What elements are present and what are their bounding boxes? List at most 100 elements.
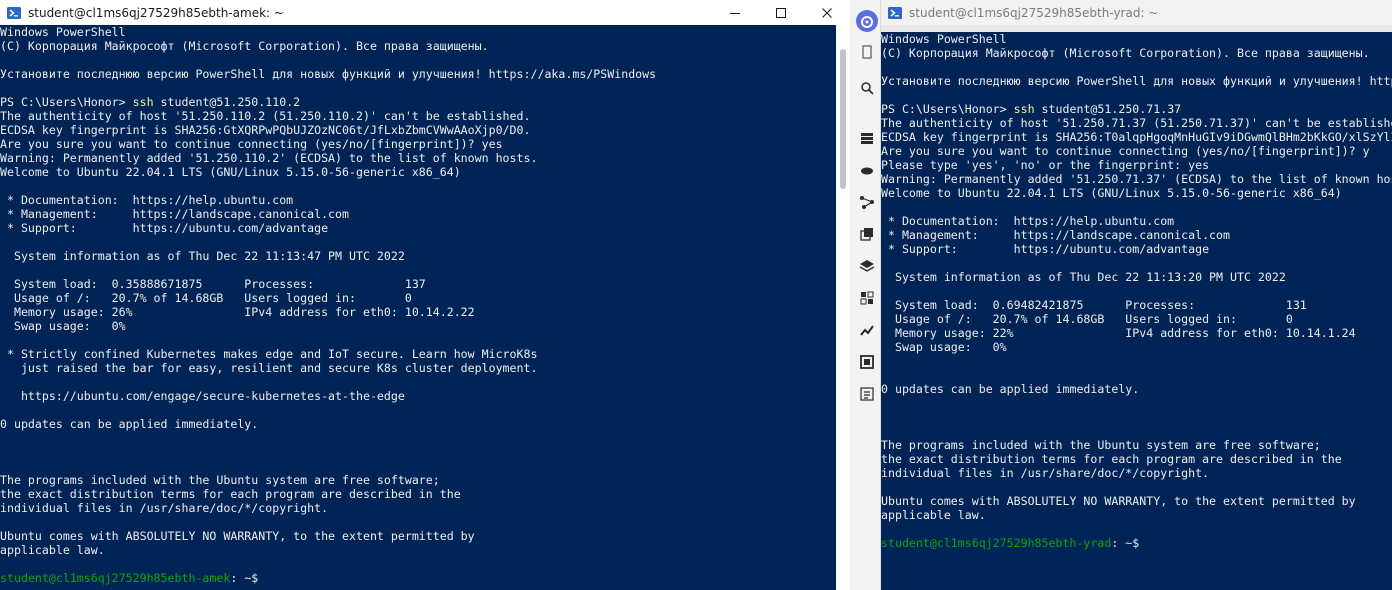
terminal-line: Please type 'yes', 'no' or the fingerpri…	[881, 158, 1210, 172]
title-bar[interactable]: student@cl1ms6qj27529h85ebth-amek: ~	[0, 0, 850, 25]
terminal-line: Ubuntu comes with ABSOLUTELY NO WARRANTY…	[0, 529, 475, 543]
terminal-line: The authenticity of host '51.250.71.37 (…	[881, 116, 1392, 130]
title-bar[interactable]: student@cl1ms6qj27529h85ebth-yrad: ~	[881, 0, 1392, 25]
database-icon[interactable]	[859, 130, 875, 146]
terminal-line: ECDSA key fingerprint is SHA256:T0alqpHg…	[881, 130, 1392, 144]
terminal-line: 0 updates can be applied immediately.	[881, 382, 1140, 396]
frame-icon[interactable]	[859, 354, 875, 370]
terminal-line: PS C:\Users\Honor> ssh student@51.250.11…	[0, 95, 836, 109]
search-icon[interactable]	[859, 80, 875, 96]
terminal-line: Welcome to Ubuntu 22.04.1 LTS (GNU/Linux…	[881, 186, 1342, 200]
terminal-line: * Support: https://ubuntu.com/advantage	[0, 221, 329, 235]
powershell-icon	[888, 6, 902, 19]
terminal-line: Usage of /: 20.7% of 14.68GB Users logge…	[881, 312, 1293, 326]
terminal-line: (C) Корпорация Майкрософт (Microsoft Cor…	[881, 46, 1370, 60]
shell-prompt-path: : ~$	[230, 571, 266, 585]
terminal-line: * Documentation: https://help.ubuntu.com	[881, 214, 1175, 228]
ssh-command: ssh	[132, 95, 154, 109]
terminal-line: the exact distribution terms for each pr…	[0, 487, 461, 501]
terminal-line: (C) Корпорация Майкрософт (Microsoft Cor…	[0, 39, 489, 53]
terminal-line: The programs included with the Ubuntu sy…	[0, 473, 440, 487]
terminal-window-yrad[interactable]: student@cl1ms6qj27529h85ebth-yrad: ~ Win…	[854, 0, 1392, 590]
terminal-output[interactable]: Windows PowerShell (C) Корпорация Майкрос…	[0, 25, 836, 590]
terminal-line: Windows PowerShell	[0, 25, 126, 39]
window-title: student@cl1ms6qj27529h85ebth-amek: ~	[28, 5, 284, 20]
list-icon[interactable]	[859, 386, 875, 402]
terminal-line: * Support: https://ubuntu.com/advantage	[881, 242, 1210, 256]
chart-icon[interactable]	[859, 322, 875, 338]
network-icon[interactable]	[859, 194, 875, 210]
terminal-line: * Documentation: https://help.ubuntu.com	[0, 193, 294, 207]
terminal-line: * Management: https://landscape.canonica…	[0, 207, 350, 221]
terminal-line: Are you sure you want to continue connec…	[0, 137, 503, 151]
shell-prompt-user: student@cl1ms6qj27529h85ebth-yrad	[881, 536, 1112, 550]
terminal-output[interactable]: Windows PowerShell (C) Корпорация Майкрос…	[881, 32, 1392, 590]
ps-prompt: PS C:\Users\Honor>	[0, 95, 133, 109]
terminal-line: individual files in /usr/share/doc/*/cop…	[0, 501, 329, 515]
terminal-line: applicable law.	[0, 543, 105, 557]
layers-icon[interactable]	[859, 258, 875, 274]
scrollbar-thumb[interactable]	[840, 49, 846, 189]
scrollbar[interactable]	[836, 25, 850, 590]
terminal-line: Usage of /: 20.7% of 14.68GB Users logge…	[0, 291, 412, 305]
shell-prompt[interactable]: student@cl1ms6qj27529h85ebth-yrad: ~$	[881, 536, 1392, 550]
terminal-line: the exact distribution terms for each pr…	[881, 452, 1342, 466]
terminal-line: System information as of Thu Dec 22 11:1…	[881, 270, 1286, 284]
minimize-button[interactable]	[712, 0, 758, 25]
terminal-line: Установите последнюю версию PowerShell д…	[881, 74, 1392, 88]
close-button[interactable]	[804, 0, 850, 25]
terminal-line: Swap usage: 0%	[0, 319, 126, 333]
terminal-window-amek[interactable]: student@cl1ms6qj27529h85ebth-amek: ~ Win…	[0, 0, 850, 590]
grid-icon[interactable]	[859, 290, 875, 306]
maximize-icon	[776, 7, 786, 18]
shell-prompt-user: student@cl1ms6qj27529h85ebth-amek	[0, 571, 231, 585]
terminal-line: Warning: Permanently added '51.250.110.2…	[0, 151, 538, 165]
shell-prompt[interactable]: student@cl1ms6qj27529h85ebth-amek: ~$	[0, 571, 836, 585]
terminal-line: * Management: https://landscape.canonica…	[881, 228, 1231, 242]
ssh-argument: student@51.250.71.37	[1034, 102, 1182, 116]
terminal-line: Welcome to Ubuntu 22.04.1 LTS (GNU/Linux…	[0, 165, 461, 179]
terminal-line: 0 updates can be applied immediately.	[0, 417, 259, 431]
terminal-line: https://ubuntu.com/engage/secure-kuberne…	[0, 389, 405, 403]
terminal-line: System load: 0.69482421875 Processes: 13…	[881, 298, 1307, 312]
terminal-line: applicable law.	[881, 508, 986, 522]
terminal-line: The authenticity of host '51.250.110.2 (…	[0, 109, 531, 123]
terminal-line: Warning: Permanently added '51.250.71.37…	[881, 172, 1392, 186]
terminal-line: Установите последнюю версию PowerShell д…	[0, 67, 657, 81]
minimize-icon	[730, 12, 740, 14]
ssh-command: ssh	[1013, 102, 1035, 116]
gear-icon[interactable]	[859, 14, 875, 30]
terminal-line: Windows PowerShell	[881, 32, 1007, 46]
terminal-line: The programs included with the Ubuntu sy…	[881, 438, 1321, 452]
terminal-line: * Strictly confined Kubernetes makes edg…	[0, 347, 538, 361]
window-title: student@cl1ms6qj27529h85ebth-yrad: ~	[909, 5, 1159, 20]
page-icon[interactable]	[859, 44, 875, 60]
side-toolbar	[854, 0, 881, 590]
terminal-line: Memory usage: 22% IPv4 address for eth0:…	[881, 326, 1356, 340]
terminal-line: ECDSA key fingerprint is SHA256:GtXQRPwP…	[0, 123, 531, 137]
cloud-icon[interactable]	[859, 162, 875, 178]
copy-icon[interactable]	[859, 226, 875, 242]
maximize-button[interactable]	[758, 0, 804, 25]
